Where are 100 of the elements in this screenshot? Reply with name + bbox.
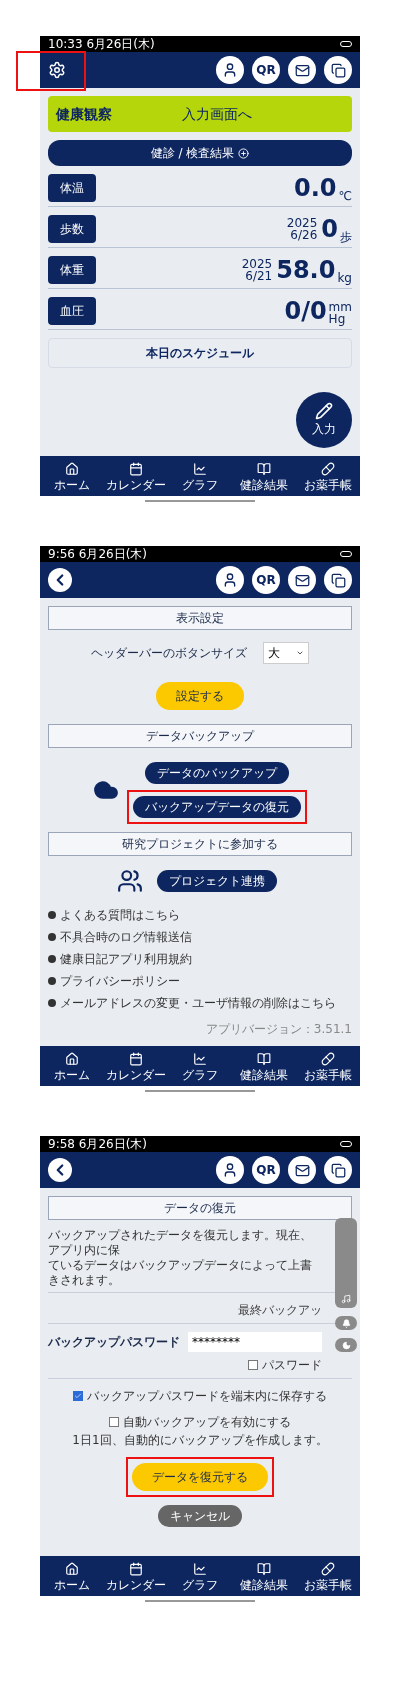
nav-tab[interactable]: カレンダー — [104, 1046, 168, 1086]
moon-button[interactable] — [335, 1338, 357, 1352]
show-password-checkbox[interactable] — [248, 1360, 258, 1370]
info-link[interactable]: 健康日記アプリ利用規約 — [60, 950, 192, 968]
pencil-icon — [315, 402, 333, 420]
nav-tab[interactable]: ホーム — [40, 1556, 104, 1596]
checkbox[interactable] — [109, 1417, 119, 1427]
section-header: データバックアップ — [48, 724, 352, 748]
nav-tab[interactable]: グラフ — [168, 456, 232, 496]
vital-button[interactable]: 歩数 — [48, 215, 96, 243]
qr-button[interactable]: QR — [252, 56, 280, 84]
input-banner-button[interactable]: 健康観察 入力画面へ — [48, 96, 352, 132]
music-icon[interactable] — [341, 1294, 351, 1304]
nav-tab[interactable]: 健診結果 — [232, 456, 296, 496]
pill-icon — [321, 461, 335, 476]
vital-button[interactable]: 血圧 — [48, 297, 96, 325]
checkbox[interactable] — [73, 1391, 83, 1401]
password-label: バックアップパスワード — [48, 1334, 180, 1351]
windows-icon — [330, 572, 346, 588]
nav-tab[interactable]: 健診結果 — [232, 1556, 296, 1596]
pill-icon — [321, 1561, 335, 1576]
action-button[interactable]: バックアップデータの復元 — [133, 796, 301, 818]
section-header: データの復元 — [48, 1196, 352, 1220]
battery-icon — [340, 1141, 352, 1147]
info-icon — [48, 977, 56, 985]
vital-value: 0 — [321, 217, 338, 241]
nav-tab[interactable]: お薬手帳 — [296, 456, 360, 496]
pill-icon — [321, 1051, 335, 1066]
mail-button[interactable] — [288, 1156, 316, 1184]
info-link[interactable]: よくある質問はこちら — [60, 906, 180, 924]
primary-button[interactable]: 設定する — [156, 682, 244, 710]
status-time: 9:58 6月26日(木) — [48, 1138, 148, 1150]
user-icon — [222, 1162, 238, 1178]
vital-date: 2025 6/26 — [286, 217, 318, 241]
windows-button[interactable] — [324, 566, 352, 594]
user-icon — [222, 62, 238, 78]
qr-button[interactable]: QR — [252, 1156, 280, 1184]
section-header: 研究プロジェクトに参加する — [48, 832, 352, 856]
qr-button[interactable]: QR — [252, 566, 280, 594]
primary-button[interactable]: データを復元する — [132, 1463, 268, 1491]
nav-tab[interactable]: お薬手帳 — [296, 1556, 360, 1596]
vital-button[interactable]: 体重 — [48, 256, 96, 284]
vital-button[interactable]: 体温 — [48, 174, 96, 202]
app-version: アプリバージョン：3.51.1 — [205, 1021, 352, 1038]
bell-button[interactable] — [335, 1316, 357, 1330]
mail-button[interactable] — [288, 56, 316, 84]
status-time: 10:33 6月26日(木) — [48, 38, 155, 50]
action-button[interactable]: データのバックアップ — [145, 762, 289, 784]
nav-tab[interactable]: 健診結果 — [232, 1046, 296, 1086]
input-fab[interactable]: 入力 — [296, 392, 352, 448]
size-select[interactable]: 大 — [263, 642, 309, 664]
info-link[interactable]: メールアドレスの変更・ユーザ情報の削除はこちら — [60, 994, 336, 1012]
nav-tab[interactable]: カレンダー — [104, 456, 168, 496]
results-button[interactable]: 健診 / 検査結果 — [48, 140, 352, 166]
windows-icon — [330, 1162, 346, 1178]
info-link[interactable]: 不具合時のログ情報送信 — [60, 928, 192, 946]
info-link[interactable]: プライバシーポリシー — [60, 972, 180, 990]
select-label: ヘッダーバーのボタンサイズ — [91, 645, 247, 662]
mail-icon — [294, 62, 310, 78]
windows-button[interactable] — [324, 56, 352, 84]
settings-icon — [48, 61, 66, 79]
nav-tab[interactable]: ホーム — [40, 456, 104, 496]
user-button[interactable] — [216, 56, 244, 84]
cancel-button[interactable]: キャンセル — [158, 1505, 242, 1527]
back-button[interactable] — [48, 568, 72, 592]
windows-button[interactable] — [324, 1156, 352, 1184]
caret-icon — [296, 649, 304, 657]
back-button[interactable] — [48, 1158, 72, 1182]
line-chart-icon — [193, 1561, 207, 1576]
house-icon — [65, 1561, 79, 1576]
description-text: ているデータはバックアップデータによって上書きされます。 — [48, 1258, 313, 1288]
vital-date: 2025 6/21 — [241, 258, 273, 282]
user-button[interactable] — [216, 1156, 244, 1184]
user-button[interactable] — [216, 566, 244, 594]
schedule-title: 本日のスケジュール — [146, 345, 254, 362]
nav-tab[interactable]: お薬手帳 — [296, 1046, 360, 1086]
nav-tab[interactable]: グラフ — [168, 1556, 232, 1596]
nav-tab[interactable]: グラフ — [168, 1046, 232, 1086]
password-field[interactable]: ******** — [188, 1332, 322, 1352]
show-password-label: パスワード — [262, 1357, 322, 1374]
settings-button[interactable] — [48, 61, 66, 79]
mail-icon — [294, 572, 310, 588]
nav-tab[interactable]: カレンダー — [104, 1556, 168, 1596]
vital-value: 0/0 — [284, 299, 327, 323]
battery-icon — [340, 41, 352, 47]
info-icon — [48, 955, 56, 963]
book-icon — [257, 1051, 271, 1066]
book-icon — [257, 461, 271, 476]
house-icon — [65, 461, 79, 476]
vital-unit: kg — [337, 272, 352, 284]
info-icon — [48, 999, 56, 1007]
book-icon — [257, 1561, 271, 1576]
action-button[interactable]: プロジェクト連携 — [157, 870, 277, 892]
vital-unit: mm Hg — [328, 301, 352, 325]
calendar-icon — [129, 461, 143, 476]
mail-button[interactable] — [288, 566, 316, 594]
mail-icon — [294, 1162, 310, 1178]
line-chart-icon — [193, 1051, 207, 1066]
nav-tab[interactable]: ホーム — [40, 1046, 104, 1086]
battery-icon — [340, 551, 352, 557]
